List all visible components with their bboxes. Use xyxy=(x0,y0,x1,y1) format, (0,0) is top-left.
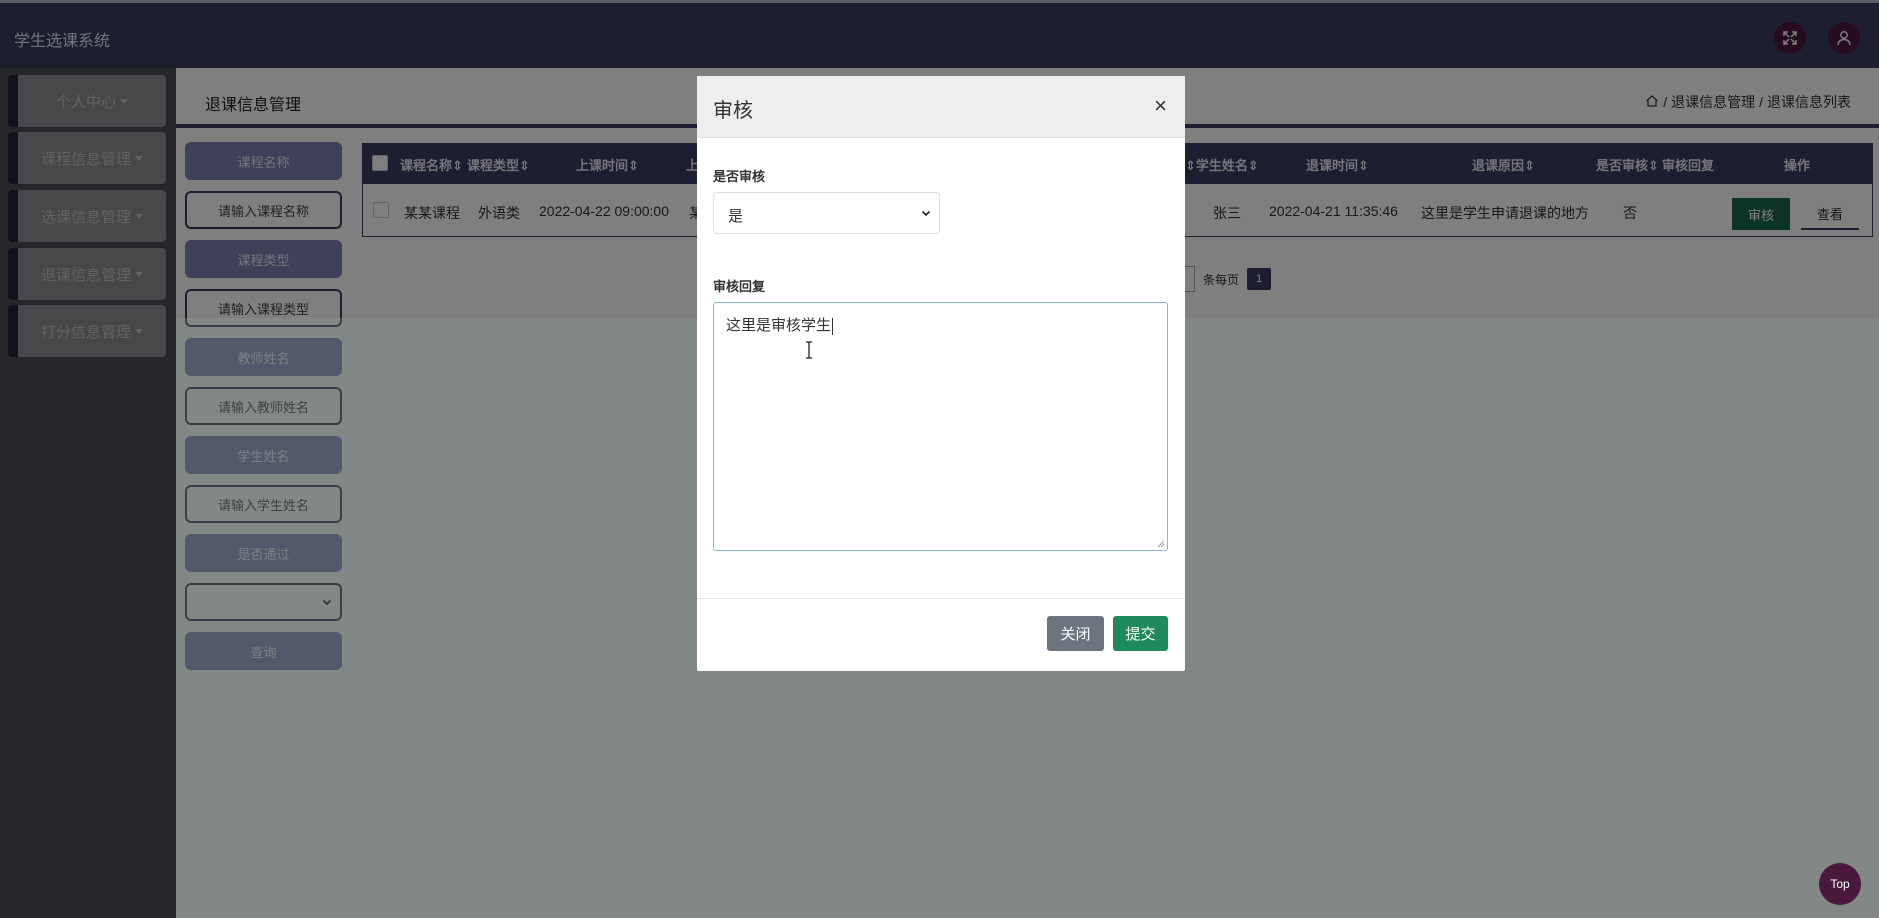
audit-reply-label: 审核回复 xyxy=(713,279,766,294)
audit-reply-textarea[interactable]: 这里是审核学生 xyxy=(713,302,1168,551)
ibeam-cursor-icon xyxy=(806,341,812,359)
submit-button[interactable]: 提交 xyxy=(1113,616,1168,651)
chevron-down-icon xyxy=(921,210,931,217)
close-button[interactable]: 关闭 xyxy=(1047,616,1104,651)
resize-grip-icon[interactable] xyxy=(1157,540,1165,548)
audit-status-select[interactable]: 是 xyxy=(713,192,940,234)
audit-modal: 审核 × 是否审核 是 审核回复 这里是审核学生 关闭 提交 xyxy=(697,76,1185,671)
text-cursor xyxy=(832,317,834,335)
modal-title: 审核 xyxy=(713,100,753,122)
audit-reply-text: 这里是审核学生 xyxy=(726,317,832,334)
audit-status-value: 是 xyxy=(728,208,744,225)
back-to-top-button[interactable]: Top xyxy=(1819,863,1861,905)
modal-footer-divider xyxy=(697,598,1185,599)
modal-header: 审核 × xyxy=(697,76,1185,138)
audit-status-label: 是否审核 xyxy=(713,169,766,184)
close-icon[interactable]: × xyxy=(1154,93,1167,119)
